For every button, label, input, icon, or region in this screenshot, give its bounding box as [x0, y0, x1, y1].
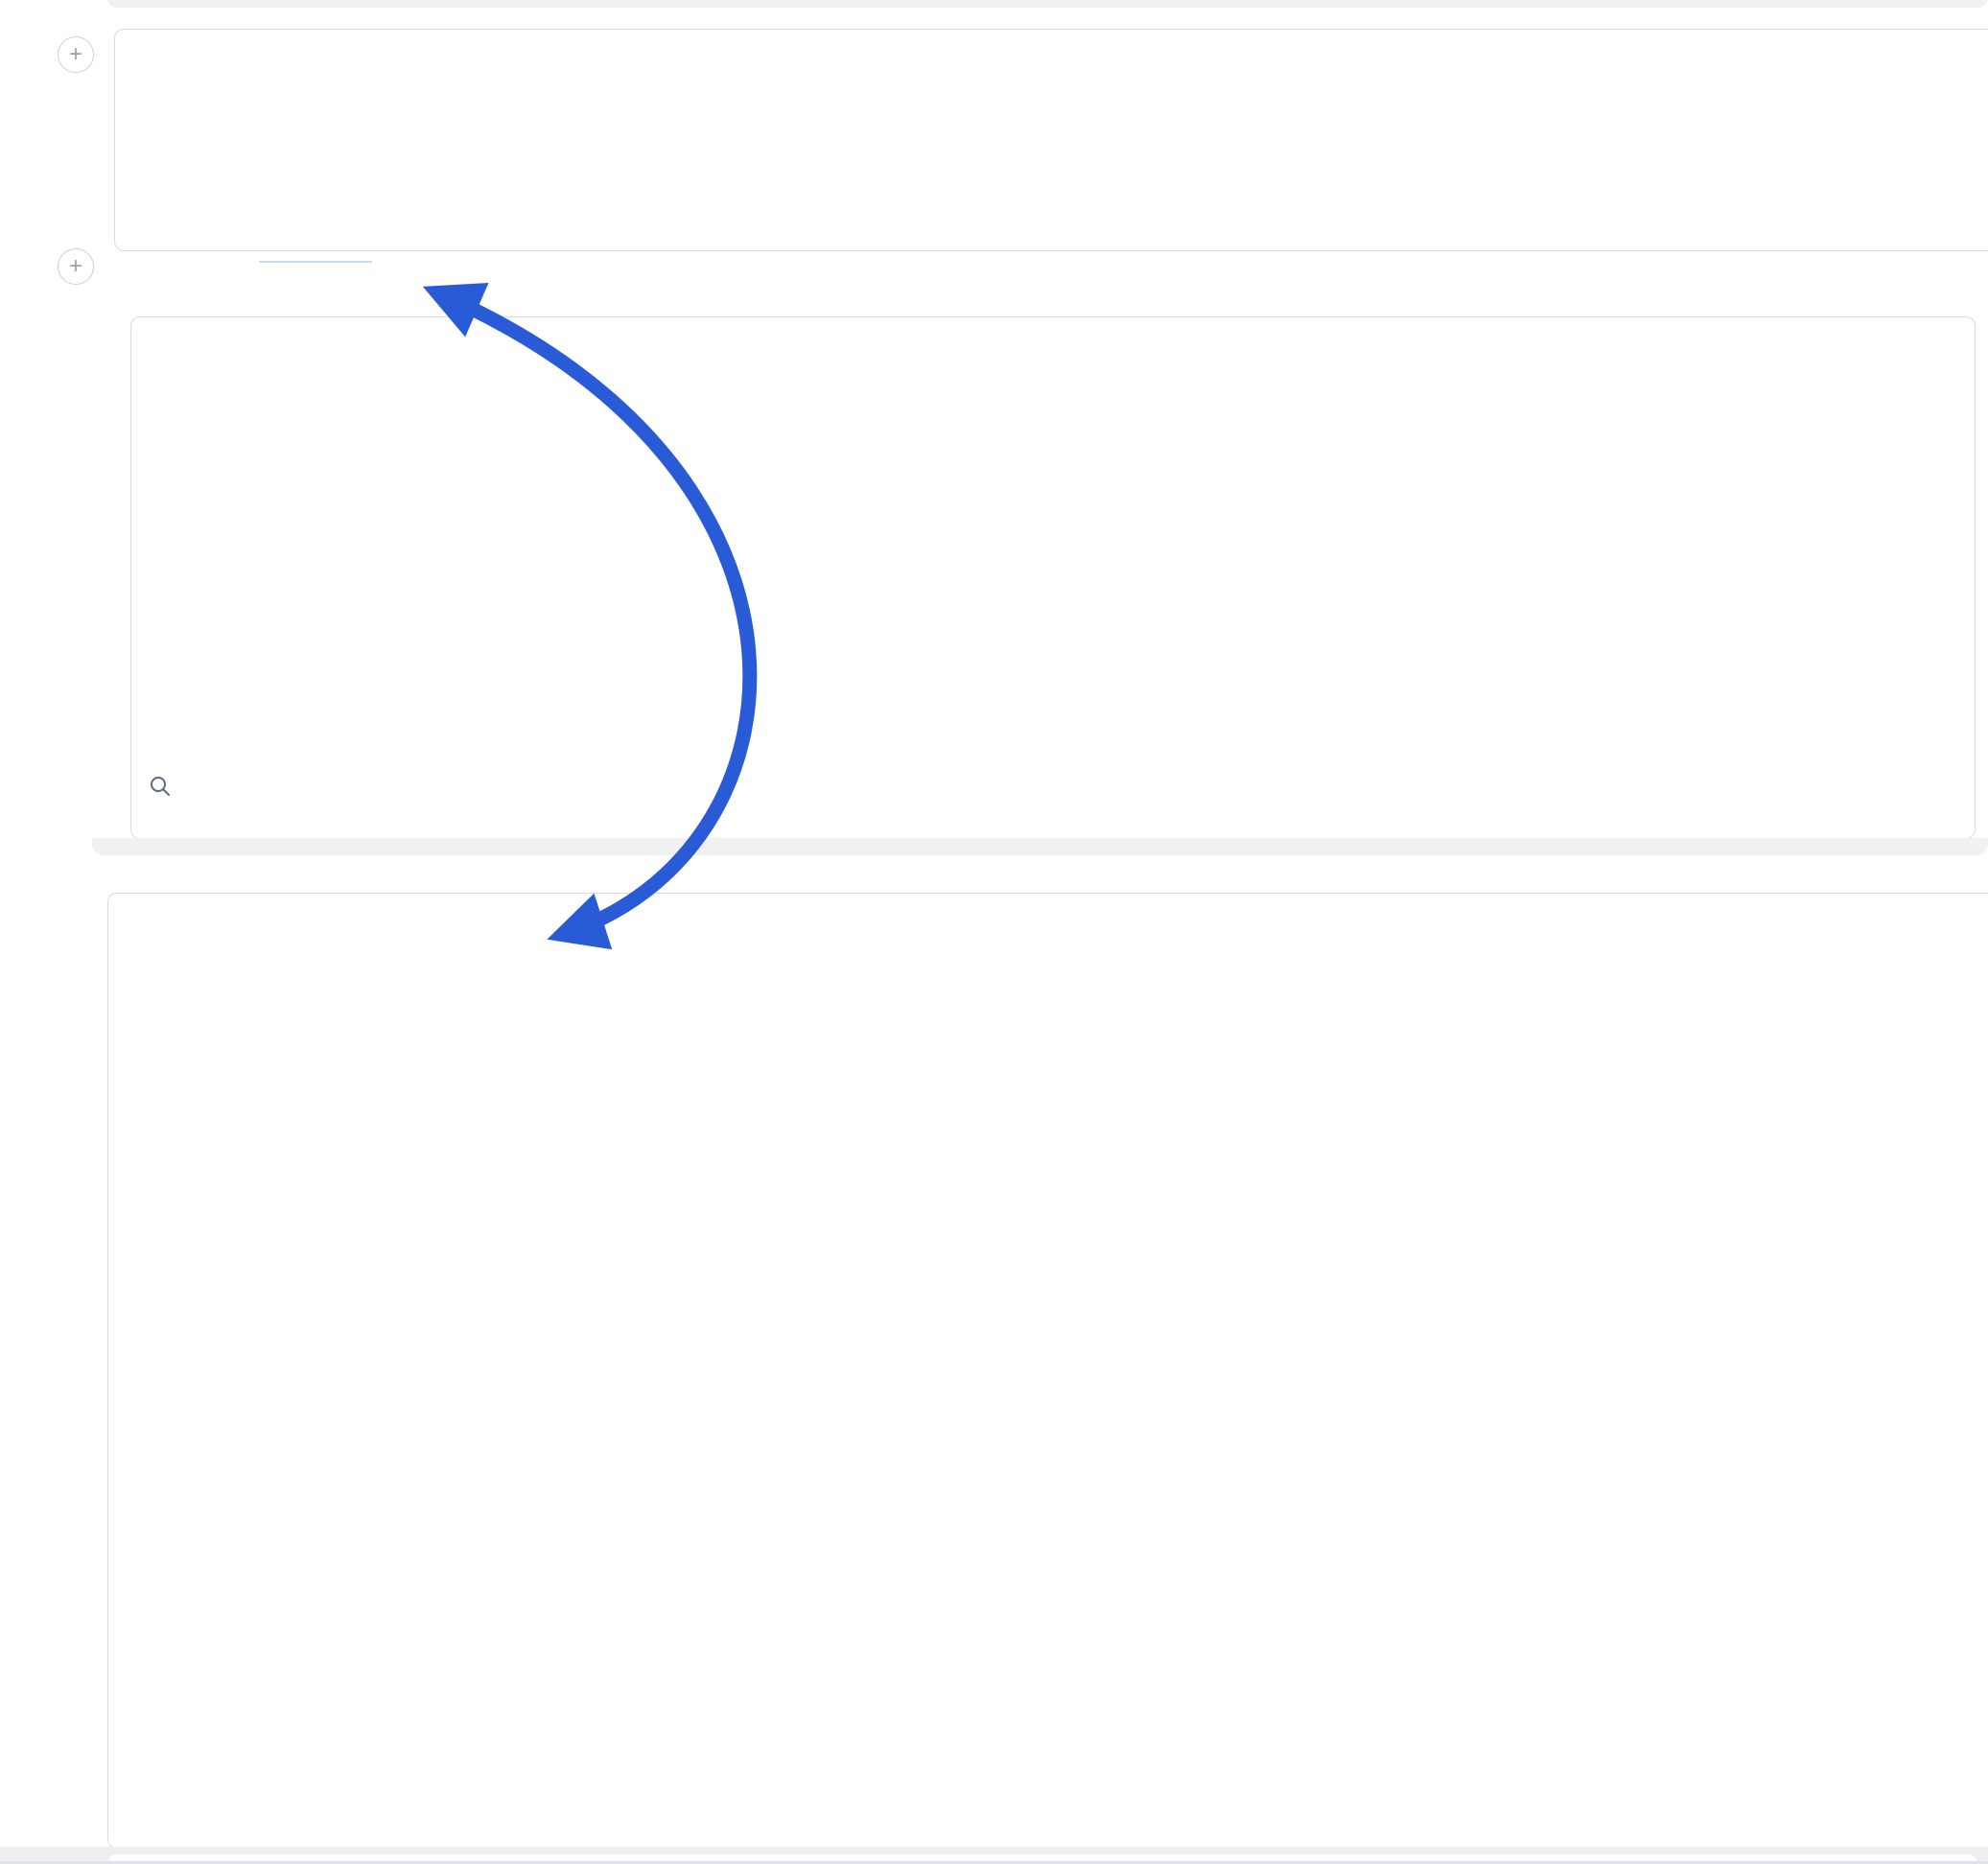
table-body[interactable] — [131, 516, 1975, 752]
add-cell-button-top[interactable]: + — [58, 36, 94, 73]
previous-cell-edge — [107, 0, 1988, 8]
sql-cell-card — [114, 29, 1988, 251]
altair-chart — [0, 1179, 1988, 1831]
add-cell-button-output[interactable]: + — [58, 248, 94, 285]
sql-code-editor[interactable] — [115, 30, 1988, 250]
notebook-page: + + — [0, 0, 1988, 1864]
dataframe-table-card — [130, 316, 1976, 839]
output-variable-pill[interactable] — [259, 261, 372, 263]
table-header — [131, 317, 1975, 516]
search-icon[interactable] — [149, 775, 172, 798]
cell1-bottom-edge — [92, 838, 1988, 855]
python-code-editor[interactable] — [108, 894, 1988, 1189]
table-footer — [131, 752, 1975, 838]
